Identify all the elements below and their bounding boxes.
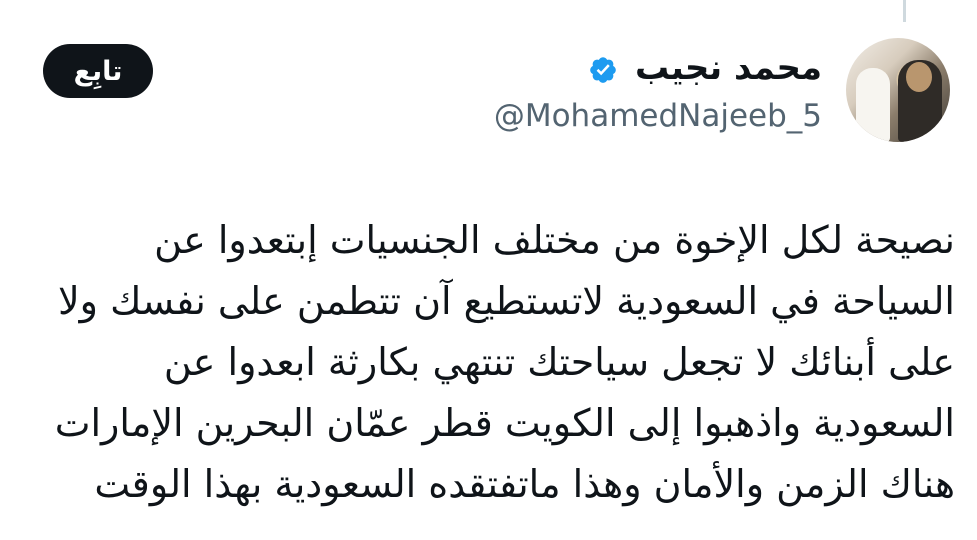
tweet-text-line: على أبنائك لا تجعل سياحتك تنتهي بكارثة ا… (163, 340, 955, 384)
follow-button[interactable]: تابِع (43, 44, 153, 98)
thread-connector-line (903, 0, 906, 22)
tweet-text-line: السياحة في السعودية لاتستطيع آن تتطمن عل… (57, 279, 955, 323)
avatar[interactable] (846, 38, 950, 142)
author-handle[interactable]: @MohamedNajeeb_5 (494, 98, 822, 134)
verified-badge-icon (590, 57, 616, 83)
avatar-photo-face (906, 62, 932, 92)
tweet-text: نصيحة لكل الإخوة من مختلف الجنسيات إبتعد… (20, 210, 955, 515)
author-display-name[interactable]: محمد نجيب (635, 48, 822, 88)
tweet-text-line: هناك الزمن والأمان وهذا ماتفتقده السعودي… (94, 462, 955, 506)
tweet-text-line: السعودية واذهبوا إلى الكويت قطر عمّان ال… (54, 401, 955, 445)
avatar-photo-figure (856, 68, 890, 142)
tweet-text-line: نصيحة لكل الإخوة من مختلف الجنسيات إبتعد… (154, 218, 955, 262)
